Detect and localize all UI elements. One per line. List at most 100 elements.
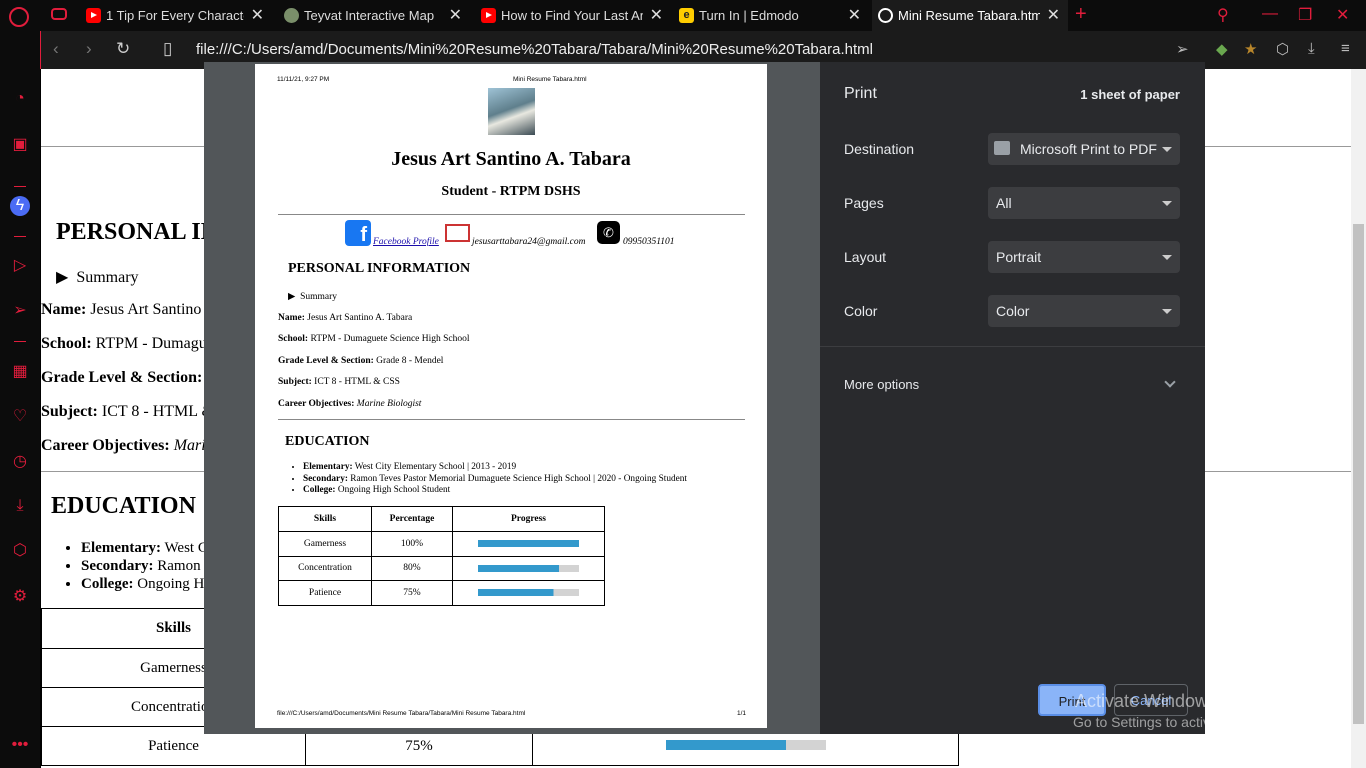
shopping-icon[interactable]: ▣: [10, 135, 30, 155]
settings-gear-icon[interactable]: ⚙: [10, 587, 30, 607]
destination-select[interactable]: Microsoft Print to PDF: [988, 133, 1180, 165]
menu-icon[interactable]: ≡: [1341, 40, 1350, 57]
career-label: Career Objectives:: [41, 437, 170, 454]
edu-label: Elementary:: [303, 462, 353, 472]
close-window-icon[interactable]: ✕: [1336, 5, 1349, 25]
subject-label: Subject:: [41, 403, 98, 420]
preview-footer-path: file:///C:/Users/amd/Documents/Mini Resu…: [277, 710, 526, 717]
player-icon[interactable]: ▷: [10, 256, 30, 276]
print-preview-pane: 11/11/21, 9:27 PM Mini Resume Tabara.htm…: [204, 62, 820, 734]
field-label: School:: [278, 334, 309, 344]
phone-text: 09950351101: [623, 237, 675, 247]
download-icon[interactable]: ⤓: [1308, 40, 1315, 57]
file-icon: ▯: [163, 39, 173, 58]
skill-cell: Gamerness: [278, 531, 372, 557]
progress-bar: [665, 739, 826, 750]
tab-edmodo[interactable]: e Turn In | Edmodo ✕: [673, 0, 869, 31]
color-value: Color: [996, 303, 1030, 319]
send-icon[interactable]: ➢: [1176, 40, 1189, 58]
forward-icon[interactable]: ›: [86, 39, 92, 59]
grade-label: Grade Level & Section:: [41, 369, 203, 386]
extension-cube-icon[interactable]: ◆: [1216, 40, 1228, 58]
progress-cell: [452, 555, 605, 581]
more-icon[interactable]: •••: [10, 735, 30, 755]
preview-divider: [278, 214, 745, 215]
youtube-icon: [481, 8, 496, 23]
color-select[interactable]: Color: [988, 295, 1180, 327]
edu-value: Ongoing High School Student: [337, 485, 451, 495]
edmodo-icon: e: [679, 8, 694, 23]
sidebar-divider: [14, 236, 26, 237]
facebook-link[interactable]: Facebook Profile: [373, 237, 439, 247]
layout-select[interactable]: Portrait: [988, 241, 1180, 273]
url-field[interactable]: file:///C:/Users/amd/Documents/Mini%20Re…: [196, 41, 873, 58]
downloads-icon[interactable]: ⤓: [10, 496, 30, 516]
workspaces-grid-icon[interactable]: ▦: [10, 362, 30, 382]
back-icon[interactable]: ‹: [53, 39, 59, 59]
preview-sheet: 11/11/21, 9:27 PM Mini Resume Tabara.htm…: [255, 64, 767, 728]
school-label: School:: [41, 335, 92, 352]
chevron-down-icon: [1162, 201, 1172, 206]
preview-header-date: 11/11/21, 9:27 PM: [277, 76, 330, 83]
close-icon[interactable]: ✕: [251, 0, 264, 31]
heart-icon[interactable]: ♡: [10, 407, 30, 427]
opera-logo-icon[interactable]: [9, 7, 29, 27]
chevron-down-icon: [1162, 147, 1172, 152]
chevron-down-icon: [1162, 309, 1172, 314]
preview-grade-field: Grade Level & Section: Grade 8 - Mendel: [278, 356, 443, 366]
more-options-label: More options: [844, 377, 920, 392]
reload-icon[interactable]: ↻: [116, 39, 130, 59]
edu-label: Elementary:: [81, 540, 161, 556]
minimize-icon[interactable]: —: [1262, 5, 1278, 23]
sheet-count: 1 sheet of paper: [1080, 87, 1180, 102]
star-icon[interactable]: ★: [1244, 40, 1257, 58]
mail-icon: [445, 224, 470, 242]
tab-youtube-1[interactable]: 1 Tip For Every Character In ✕: [80, 0, 272, 31]
list-item: Elementary: West City Elementary School …: [303, 462, 687, 474]
close-icon[interactable]: ✕: [449, 0, 462, 31]
pages-select[interactable]: All: [988, 187, 1180, 219]
tab-mini-resume[interactable]: Mini Resume Tabara.html ✕: [872, 0, 1068, 31]
field-label: Name:: [278, 313, 305, 323]
activate-windows-title: Activate Windows: [1075, 691, 1218, 711]
close-icon[interactable]: ✕: [650, 0, 663, 31]
field-value: Jesus Art Santino A. Tabara: [307, 313, 413, 323]
edu-value: West City Elementary School | 2013 - 201…: [354, 462, 517, 472]
preview-school-field: School: RTPM - Dumaguete Science High Sc…: [278, 334, 470, 344]
list-item: College: Ongoing High School Student: [303, 485, 687, 497]
activate-windows-subtitle: Go to Settings to activate Windows.: [1073, 714, 1294, 730]
progress-bar: [478, 564, 579, 572]
maximize-icon[interactable]: ❐: [1298, 5, 1312, 25]
tab-label: How to Find Your Last Anemoculus: [501, 8, 643, 23]
destination-value: Microsoft Print to PDF: [1020, 141, 1157, 157]
tab-label: Turn In | Edmodo: [699, 8, 799, 23]
map-icon: [284, 8, 299, 23]
summary-toggle[interactable]: ▶ Summary: [56, 267, 139, 287]
close-icon[interactable]: ✕: [848, 0, 861, 31]
extensions-icon[interactable]: ⬡: [1276, 40, 1289, 58]
scrollbar-thumb[interactable]: [1353, 224, 1364, 724]
field-label: Career Objectives:: [278, 399, 355, 409]
sidebar-divider: [14, 341, 26, 342]
workspace-icon[interactable]: [51, 8, 67, 20]
page-scrollbar[interactable]: [1351, 69, 1366, 768]
history-clock-icon[interactable]: ◷: [10, 452, 30, 472]
close-icon[interactable]: ✕: [1047, 0, 1060, 31]
tab-youtube-2[interactable]: How to Find Your Last Anemoculus ✕: [475, 0, 671, 31]
edu-label: College:: [81, 576, 134, 592]
new-tab-icon[interactable]: +: [1075, 3, 1087, 26]
preview-summary-label: Summary: [300, 292, 338, 302]
speed-dial-icon[interactable]: ◔: [10, 89, 30, 109]
table-header: Skills: [278, 506, 372, 532]
extensions-cube-icon[interactable]: ⬡: [10, 541, 30, 561]
flow-icon[interactable]: ➢: [10, 301, 30, 321]
more-options-toggle[interactable]: More options: [844, 376, 1180, 394]
skill-cell: Patience: [278, 580, 372, 606]
panel-divider: [820, 346, 1205, 347]
messenger-icon[interactable]: ϟ: [10, 196, 30, 216]
pages-label: Pages: [844, 195, 884, 211]
tab-teyvat-map[interactable]: Teyvat Interactive Map ✕: [278, 0, 470, 31]
table-header-row: Skills Percentage Progress: [278, 506, 605, 532]
search-tabs-icon[interactable]: ⚲: [1217, 5, 1229, 25]
field-value: Grade 8 - Mendel: [376, 356, 444, 366]
